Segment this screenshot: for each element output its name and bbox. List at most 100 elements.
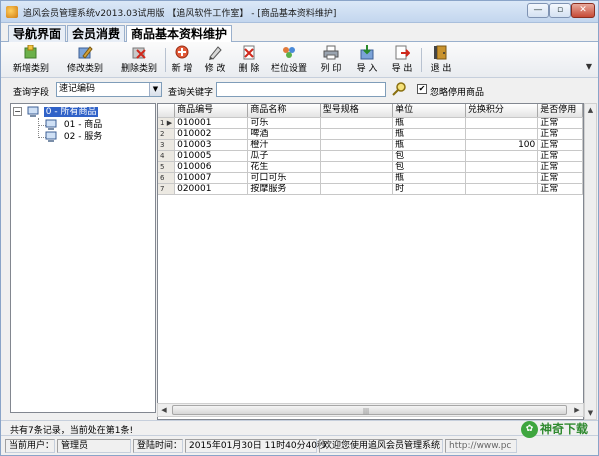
- tab-product-maintenance[interactable]: 商品基本资料维护: [126, 25, 233, 43]
- cell-code[interactable]: 010005: [174, 150, 249, 162]
- cell-status[interactable]: 正常: [537, 183, 583, 195]
- cell-points[interactable]: 100: [465, 139, 539, 151]
- cell-spec[interactable]: [320, 139, 394, 151]
- tree-connector: [38, 118, 39, 138]
- cell-name[interactable]: 瓜子: [247, 150, 321, 162]
- cell-unit[interactable]: 包: [392, 161, 466, 173]
- chevron-down-icon[interactable]: ▼: [149, 83, 161, 96]
- row-number: 1 ▶: [158, 117, 176, 129]
- table-row[interactable]: 3 010003 橙汁 瓶 100 正常: [158, 139, 583, 151]
- cell-unit[interactable]: 时: [392, 183, 466, 195]
- edit-button[interactable]: 修 改: [202, 45, 228, 75]
- cell-name[interactable]: 花生: [247, 161, 321, 173]
- website-url: http://www.pc: [445, 439, 517, 453]
- edit-category-icon: [77, 45, 93, 60]
- export-button[interactable]: 导 出: [388, 45, 416, 75]
- cell-points[interactable]: [465, 183, 539, 195]
- import-button[interactable]: 导 入: [353, 45, 381, 75]
- cell-code[interactable]: 010001: [174, 117, 249, 129]
- delete-category-button[interactable]: 删除类别: [115, 45, 163, 75]
- horizontal-scrollbar[interactable]: ◀ ||| ▶: [157, 403, 584, 417]
- cell-code[interactable]: 010007: [174, 172, 249, 184]
- table-row[interactable]: 6 010007 可口可乐 瓶 正常: [158, 172, 583, 184]
- cell-points[interactable]: [465, 150, 539, 162]
- column-header-unit[interactable]: 单位: [392, 104, 466, 118]
- cell-spec[interactable]: [320, 172, 394, 184]
- table-row[interactable]: 1 ▶ 010001 可乐 瓶 正常: [158, 117, 583, 129]
- cell-spec[interactable]: [320, 161, 394, 173]
- cell-unit[interactable]: 包: [392, 150, 466, 162]
- cell-unit[interactable]: 瓶: [392, 128, 466, 140]
- cell-points[interactable]: [465, 117, 539, 129]
- column-header-code[interactable]: 商品编号: [174, 104, 249, 118]
- minimize-button[interactable]: —: [527, 3, 549, 18]
- cell-status[interactable]: 正常: [537, 139, 583, 151]
- cell-status[interactable]: 正常: [537, 150, 583, 162]
- cell-status[interactable]: 正常: [537, 172, 583, 184]
- cell-name[interactable]: 按摩服务: [247, 183, 321, 195]
- current-row-icon: ▶: [166, 118, 173, 127]
- cell-name[interactable]: 可口可乐: [247, 172, 321, 184]
- exit-button[interactable]: 退 出: [427, 45, 455, 75]
- cell-unit[interactable]: 瓶: [392, 117, 466, 129]
- cell-code[interactable]: 010002: [174, 128, 249, 140]
- table-row[interactable]: 2 010002 啤酒 瓶 正常: [158, 128, 583, 140]
- cell-status[interactable]: 正常: [537, 161, 583, 173]
- cell-code[interactable]: 020001: [174, 183, 249, 195]
- tab-navigation[interactable]: 导航界面: [8, 25, 67, 42]
- cell-spec[interactable]: [320, 117, 394, 129]
- cell-status[interactable]: 正常: [537, 117, 583, 129]
- vertical-scrollbar[interactable]: ▲ ▼: [584, 103, 597, 420]
- tree-node-services[interactable]: 02 - 服务: [43, 131, 104, 143]
- tab-member-consumption[interactable]: 会员消费: [67, 25, 126, 42]
- query-keyword-label: 查询关键字: [168, 88, 214, 98]
- close-button[interactable]: ✕: [571, 3, 595, 18]
- cell-name[interactable]: 橙汁: [247, 139, 321, 151]
- column-header-points[interactable]: 兑换积分: [465, 104, 539, 118]
- add-button[interactable]: 新 增: [169, 45, 195, 75]
- cell-code[interactable]: 010006: [174, 161, 249, 173]
- scroll-right-icon[interactable]: ▶: [571, 404, 583, 416]
- scroll-left-icon[interactable]: ◀: [158, 404, 170, 416]
- cell-points[interactable]: [465, 128, 539, 140]
- delete-icon: [241, 45, 257, 60]
- tree-node-products[interactable]: 01 - 商品: [43, 119, 104, 131]
- cell-spec[interactable]: [320, 183, 394, 195]
- cell-name[interactable]: 可乐: [247, 117, 321, 129]
- ignore-disabled-checkbox[interactable]: ✔: [417, 84, 427, 94]
- column-header-name[interactable]: 商品名称: [247, 104, 321, 118]
- edit-category-button[interactable]: 修改类别: [61, 45, 109, 75]
- cell-unit[interactable]: 瓶: [392, 172, 466, 184]
- query-field-select[interactable]: 速记编码 ▼: [56, 82, 162, 97]
- collapse-icon[interactable]: −: [13, 107, 22, 116]
- table-row[interactable]: 5 010006 花生 包 正常: [158, 161, 583, 173]
- maximize-button[interactable]: ▫: [549, 3, 571, 18]
- delete-button[interactable]: 删 除: [236, 45, 262, 75]
- add-category-button[interactable]: 新增类别: [7, 44, 55, 75]
- cell-status[interactable]: 正常: [537, 128, 583, 140]
- table-row[interactable]: 4 010005 瓜子 包 正常: [158, 150, 583, 162]
- scroll-up-icon[interactable]: ▲: [585, 104, 596, 116]
- cell-spec[interactable]: [320, 150, 394, 162]
- column-header-spec[interactable]: 型号规格: [320, 104, 394, 118]
- cell-code[interactable]: 010003: [174, 139, 249, 151]
- query-keyword-input[interactable]: [216, 82, 386, 97]
- cell-points[interactable]: [465, 172, 539, 184]
- product-table: 商品编号 商品名称 型号规格 单位 兑换积分 是否停用 1 ▶ 010001 可…: [158, 104, 583, 195]
- scroll-thumb[interactable]: |||: [172, 405, 567, 415]
- computer-icon: [45, 119, 57, 130]
- tree-node-all-products[interactable]: − 0 - 所有商品: [13, 106, 99, 118]
- cell-name[interactable]: 啤酒: [247, 128, 321, 140]
- row-number: 5: [158, 161, 176, 173]
- search-icon[interactable]: [391, 82, 407, 97]
- table-row[interactable]: 7 020001 按摩服务 时 正常: [158, 183, 583, 195]
- column-header-status[interactable]: 是否停用: [537, 104, 583, 118]
- column-settings-button[interactable]: 栏位设置: [269, 45, 309, 75]
- toolbar-overflow-icon[interactable]: ▼: [586, 62, 592, 71]
- cell-points[interactable]: [465, 161, 539, 173]
- cell-unit[interactable]: 瓶: [392, 139, 466, 151]
- scroll-down-icon[interactable]: ▼: [585, 407, 596, 419]
- print-button[interactable]: 列 印: [317, 45, 345, 75]
- edit-icon: [207, 45, 223, 60]
- cell-spec[interactable]: [320, 128, 394, 140]
